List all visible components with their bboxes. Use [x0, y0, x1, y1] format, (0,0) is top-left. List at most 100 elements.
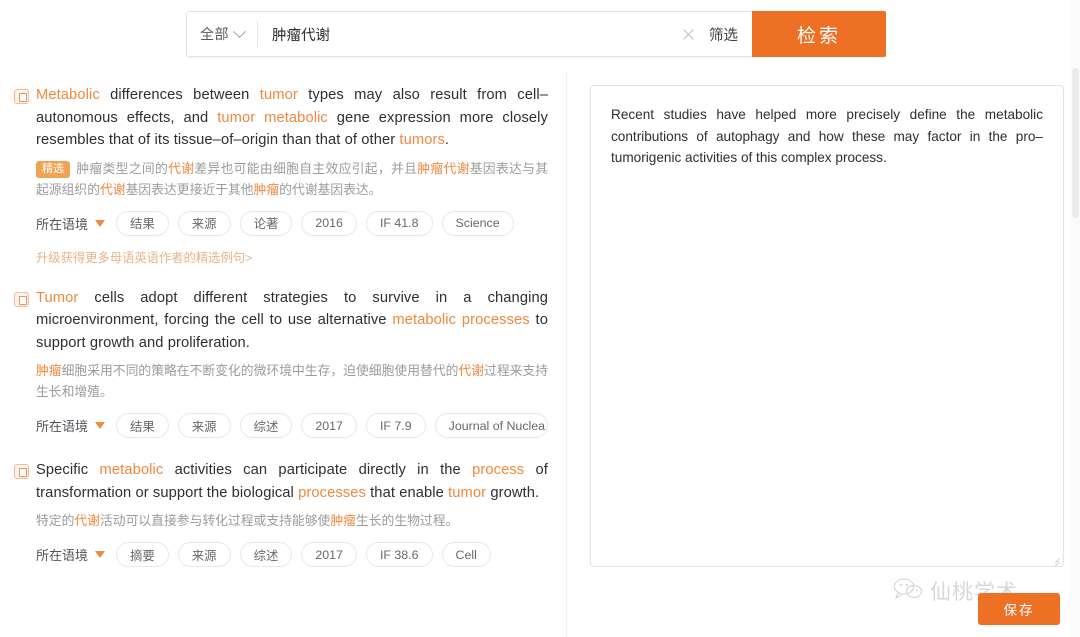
save-button[interactable]: 保存 — [978, 593, 1060, 625]
main-content: Metabolic differences between tumor type… — [0, 72, 1080, 637]
tag-label: 来源 — [191, 548, 217, 563]
meta-tag[interactable]: 2017 — [301, 542, 357, 567]
highlight-term: tumor metabolic — [217, 109, 328, 126]
quote-copy-icon[interactable] — [14, 89, 29, 104]
highlight-term: tumor — [448, 484, 487, 501]
scope-select[interactable]: 全部 — [187, 12, 257, 56]
tag-label: 结果 — [130, 217, 155, 231]
meta-tag[interactable]: 结果 — [116, 413, 169, 438]
meta-tag[interactable]: 综述 — [239, 413, 293, 438]
highlight-term-zh: 代谢 — [74, 513, 100, 528]
filter-button-label: 筛选 — [709, 27, 738, 44]
tag-label: IF 38.6 — [379, 547, 419, 562]
column-divider — [566, 72, 567, 637]
meta-tag[interactable]: Journal of Nuclea... — [434, 413, 548, 438]
tag-label: 2017 — [315, 547, 343, 562]
highlight-term: tumor — [259, 87, 298, 103]
meta-tag[interactable]: IF 38.6 — [365, 542, 433, 567]
highlight-term: metabolic processes — [392, 312, 530, 328]
tag-label: 综述 — [253, 419, 279, 434]
sentence-chinese: 特定的代谢活动可以直接参与转化过程或支持能够使肿瘤生长的生物过程。 — [14, 510, 548, 531]
sentence-chinese: 精选 肿瘤类型之间的代谢差异也可能由细胞自主效应引起，并且肿瘤代谢基因表达与其起源… — [14, 158, 548, 200]
highlight-term: Metabolic — [36, 87, 100, 103]
sentence-text-zh: 肿瘤 — [76, 160, 103, 176]
sentence-text-zh: 活动可以直接参与转化过程或支持能够使 — [99, 513, 331, 528]
meta-tag[interactable]: 摘要 — [116, 542, 169, 567]
sentence-row: Specific metabolic activities can partic… — [14, 459, 548, 504]
quote-copy-icon[interactable] — [14, 464, 29, 479]
tag-label: 综述 — [253, 548, 279, 563]
tag-label: 论著 — [253, 217, 279, 231]
highlight-term-zh: 代谢 — [99, 181, 126, 197]
sentence-text: Specific — [36, 462, 100, 478]
sentence-text-zh: 基因表达更接近于其他 — [125, 181, 254, 197]
meta-tag[interactable]: IF 7.9 — [365, 413, 426, 438]
sentence-text-zh: 类型之间的 — [102, 160, 169, 176]
result-card: Metabolic differences between tumor type… — [14, 84, 548, 266]
caret-down-icon — [95, 219, 106, 227]
meta-tag[interactable]: 来源 — [177, 413, 231, 438]
tag-label: 2016 — [315, 216, 343, 230]
search-input[interactable] — [258, 12, 671, 56]
context-filter-dropdown[interactable]: 所在语境 — [36, 210, 108, 236]
meta-tag[interactable]: 来源 — [177, 210, 231, 236]
meta-tag[interactable]: 2016 — [301, 210, 357, 236]
chevron-down-icon — [233, 24, 246, 38]
tag-row: 所在语境 结果 来源 论著 2016 IF 41.8 Science — [14, 210, 548, 236]
highlight-term: processes — [298, 484, 366, 501]
search-button[interactable]: 检索 — [752, 11, 886, 57]
tag-row: 所在语境 摘要 来源 综述 2017 IF 38.6 Cell — [14, 542, 548, 567]
highlight-term-zh: 代谢 — [458, 363, 485, 378]
meta-tag[interactable]: 结果 — [116, 210, 169, 236]
sentence-text: activities can participate directly in t… — [163, 462, 473, 478]
meta-tag[interactable]: Science — [441, 210, 514, 236]
tag-label: Science — [455, 216, 500, 230]
meta-tag[interactable]: 2017 — [301, 413, 357, 438]
meta-tag[interactable]: 来源 — [177, 542, 231, 567]
sentence-text-zh: 差异也可能由细胞自主效应引起，并且 — [194, 160, 418, 176]
meta-tag[interactable]: IF 41.8 — [365, 210, 433, 236]
context-filter-dropdown[interactable]: 所在语境 — [36, 542, 108, 567]
sentence-text: differences between — [99, 87, 260, 103]
sentence-text-zh: 的代谢基因表达。 — [279, 181, 382, 197]
note-editor-panel[interactable]: Recent studies have helped more precisel… — [590, 85, 1064, 567]
sentence-text-zh: 特定的 — [36, 513, 75, 528]
highlight-term: metabolic — [99, 462, 164, 478]
highlight-term: process — [472, 462, 525, 478]
meta-tag[interactable]: 综述 — [239, 542, 293, 567]
sentence-row: Tumor cells adopt different strategies t… — [14, 287, 548, 355]
page-scrollbar-thumb[interactable] — [1072, 68, 1079, 218]
upgrade-link[interactable]: 升级获得更多母语英语作者的精选例句> — [14, 248, 548, 266]
quote-copy-icon[interactable] — [14, 291, 29, 307]
sentence-chinese: 肿瘤细胞采用不同的策略在不断变化的微环境中生存，迫使细胞使用替代的代谢过程来支持… — [14, 360, 548, 402]
caret-down-icon — [95, 551, 106, 558]
highlight-term: Tumor — [36, 289, 79, 306]
resize-grip-icon[interactable] — [1049, 552, 1061, 566]
sentence-english: Tumor cells adopt different strategies t… — [36, 287, 548, 355]
sentence-text: growth. — [486, 484, 540, 501]
sentence-text: . — [444, 132, 450, 148]
results-list: Metabolic differences between tumor type… — [0, 72, 566, 637]
clear-icon[interactable] — [671, 12, 705, 56]
highlight-term-zh: 肿瘤 — [36, 363, 62, 378]
meta-tag[interactable]: Cell — [441, 542, 491, 567]
highlight-term-zh: 代谢 — [168, 160, 195, 176]
scope-select-label: 全部 — [200, 26, 229, 42]
featured-badge: 精选 — [36, 160, 70, 178]
sentence-row: Metabolic differences between tumor type… — [14, 84, 548, 152]
sentence-text: that enable — [365, 484, 449, 501]
note-editor-text[interactable]: Recent studies have helped more precisel… — [611, 104, 1043, 169]
highlight-term-zh: 肿瘤 — [330, 513, 356, 528]
page-scrollbar[interactable] — [1071, 0, 1080, 637]
tag-row: 所在语境 结果 来源 综述 2017 IF 7.9 Journal of Nuclea... — [14, 413, 548, 438]
result-card: Specific metabolic activities can partic… — [14, 459, 548, 567]
tag-label: Cell — [455, 547, 477, 562]
filter-button[interactable]: 筛选 — [705, 12, 752, 56]
tag-label: 摘要 — [130, 548, 155, 563]
sentence-english: Metabolic differences between tumor type… — [36, 84, 548, 152]
search-bar: 全部 筛选 检索 — [186, 11, 886, 57]
tag-label: IF 7.9 — [379, 418, 412, 433]
tag-label: 来源 — [191, 217, 217, 231]
meta-tag[interactable]: 论著 — [239, 210, 293, 236]
context-filter-dropdown[interactable]: 所在语境 — [36, 413, 108, 438]
